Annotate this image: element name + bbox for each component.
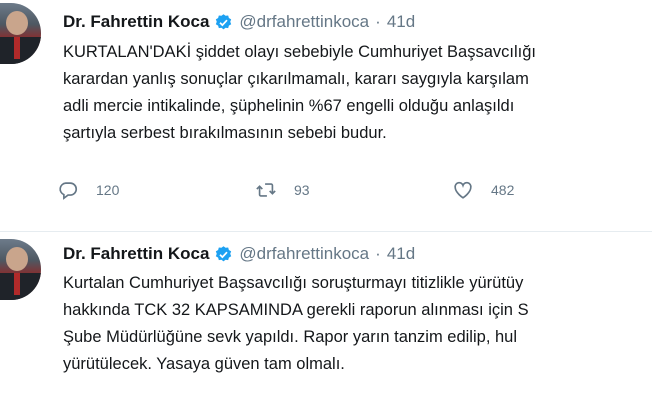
- tweet-text: Kurtalan Cumhuriyet Başsavcılığı soruştu…: [63, 270, 529, 378]
- tweet-text-line: adli mercie intikalinde, şüphelinin %67 …: [63, 97, 515, 115]
- like-count: 482: [491, 182, 515, 198]
- tweet-header: Dr. Fahrettin Koca @drfahrettinkoca · 41…: [63, 242, 415, 266]
- like-button[interactable]: 482: [452, 178, 514, 202]
- tweet-2[interactable]: Dr. Fahrettin Koca @drfahrettinkoca · 41…: [0, 232, 652, 400]
- avatar[interactable]: [0, 3, 41, 64]
- avatar[interactable]: [0, 239, 41, 300]
- author-handle[interactable]: @drfahrettinkoca: [239, 244, 369, 264]
- author-handle[interactable]: @drfahrettinkoca: [239, 12, 369, 32]
- author-name[interactable]: Dr. Fahrettin Koca: [63, 12, 209, 32]
- timestamp[interactable]: 41d: [387, 12, 415, 32]
- retweet-icon: [256, 183, 276, 197]
- tweet-text: KURTALAN'DAKİ şiddet olayı sebebiyle Cum…: [63, 39, 536, 147]
- like-icon: [454, 181, 472, 199]
- reply-count: 120: [96, 182, 120, 198]
- reply-button[interactable]: 120: [57, 178, 119, 202]
- tweet-text-line: şartıyla serbest bırakılmasının sebebi b…: [63, 124, 387, 142]
- verified-badge-icon: [216, 13, 232, 29]
- tweet-text-line: hakkında TCK 32 KAPSAMINDA gerekli rapor…: [63, 301, 529, 319]
- tweet-text-line: karardan yanlış sonuçlar çıkarılmamalı, …: [63, 70, 529, 88]
- timestamp[interactable]: 41d: [387, 244, 415, 264]
- tweet-text-line: Şube Müdürlüğüne sevk yapıldı. Rapor yar…: [63, 328, 517, 346]
- tweet-1[interactable]: Dr. Fahrettin Koca @drfahrettinkoca · 41…: [0, 0, 652, 232]
- author-name[interactable]: Dr. Fahrettin Koca: [63, 244, 209, 264]
- tweet-text-line: yürütülecek. Yasaya güven tam olmalı.: [63, 355, 345, 373]
- verified-badge-icon: [216, 245, 232, 261]
- tweet-text-line: Kurtalan Cumhuriyet Başsavcılığı soruştu…: [63, 274, 524, 292]
- separator-dot: ·: [375, 244, 381, 263]
- retweet-count: 93: [294, 182, 310, 198]
- tweet-text-line: KURTALAN'DAKİ şiddet olayı sebebiyle Cum…: [63, 43, 536, 61]
- tweet-header: Dr. Fahrettin Koca @drfahrettinkoca · 41…: [63, 10, 415, 34]
- retweet-button[interactable]: 93: [255, 178, 310, 202]
- separator-dot: ·: [375, 12, 381, 31]
- tweet-actions: 120 93 482: [57, 178, 577, 202]
- reply-icon: [59, 182, 78, 200]
